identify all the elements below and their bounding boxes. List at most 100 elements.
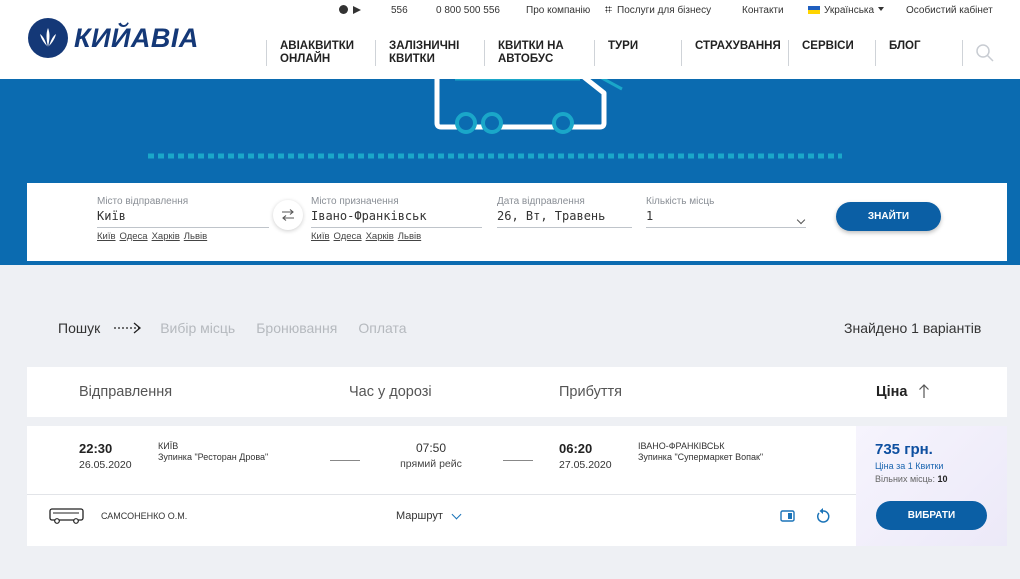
departure-city: Київ	[158, 441, 179, 451]
nav-bus[interactable]: КВИТКИ НА АВТОБУС	[484, 40, 564, 66]
arrow-right-icon	[114, 322, 142, 334]
nav-tours[interactable]: ТУРИ	[594, 40, 638, 66]
date-label: Дата відправлення	[497, 196, 585, 207]
booking-steps: Пошук Вибір місць Бронювання Оплата	[58, 320, 428, 336]
cabinet-link[interactable]: Особистий кабінет	[906, 5, 993, 16]
chevron-down-icon	[451, 509, 462, 519]
quick-city-link[interactable]: Львів	[398, 231, 421, 242]
language-label: Українська	[824, 5, 875, 16]
language-select[interactable]: Українська	[808, 5, 885, 16]
departure-date: 26.05.2020	[79, 459, 132, 471]
nav-label: ОНЛАЙН	[280, 53, 331, 65]
refund-icon[interactable]	[815, 507, 831, 524]
caret-down-icon	[878, 7, 885, 11]
to-field[interactable]: Місто призначення Івано-Франківськ Київ …	[311, 196, 482, 242]
arrival-city: Івано-Франківськ	[638, 441, 725, 451]
sort-arrow-up-icon[interactable]	[918, 383, 930, 399]
grid-icon	[605, 6, 612, 13]
bus-icon	[49, 508, 84, 524]
results-header: Відправлення Час у дорозі Прибуття Ціна	[27, 367, 1007, 417]
step-booking: Бронювання	[256, 320, 338, 336]
quick-city-link[interactable]: Одеса	[120, 231, 148, 242]
price-note: Ціна за 1 Квитки	[875, 461, 944, 471]
telegram-icon[interactable]	[353, 6, 361, 14]
date-input[interactable]: 26, Вт, Травень	[497, 209, 632, 223]
nav-label: БЛОГ	[889, 40, 921, 52]
header-price[interactable]: Ціна	[876, 384, 907, 400]
ukraine-flag-icon	[808, 6, 820, 14]
search-form: Місто відправлення Київ Київ Одеса Харкі…	[27, 183, 1007, 261]
quick-city-link[interactable]: Одеса	[334, 231, 362, 242]
search-button[interactable]	[974, 42, 996, 64]
route-toggle[interactable]: Маршрут	[396, 509, 462, 522]
trip-type: прямий рейс	[400, 458, 462, 470]
quick-city-link[interactable]: Харків	[366, 231, 394, 242]
quick-city-link[interactable]: Київ	[97, 231, 116, 242]
field-underline	[311, 227, 482, 228]
phone-short[interactable]: 556	[391, 5, 408, 16]
nav-insurance[interactable]: СТРАХУВАННЯ	[681, 40, 781, 66]
nav-blog[interactable]: БЛОГ	[875, 40, 921, 66]
nav-rail[interactable]: ЗАЛІЗНИЧНІ КВИТКИ	[375, 40, 459, 66]
route-line	[330, 460, 360, 461]
seats-select[interactable]: 1	[646, 209, 806, 223]
find-button[interactable]: ЗНАЙТИ	[836, 202, 941, 231]
swap-cities-button[interactable]	[273, 200, 303, 230]
nav-label: КВИТКИ НА	[498, 40, 564, 52]
arrival-date: 27.05.2020	[559, 459, 612, 471]
date-field[interactable]: Дата відправлення 26, Вт, Травень	[497, 196, 632, 228]
free-seats: Вільних місць: 10	[875, 474, 948, 484]
from-input[interactable]: Київ	[97, 209, 269, 223]
nav-label: СТРАХУВАННЯ	[695, 40, 781, 52]
contacts-link[interactable]: Контакти	[742, 5, 784, 16]
arrival-time: 06:20	[559, 441, 593, 456]
route-line	[503, 460, 533, 461]
trip-duration: 07:50	[415, 441, 447, 455]
nav-label: АВТОБУС	[498, 53, 554, 65]
free-seats-label: Вільних місць:	[875, 474, 935, 484]
departure-stop: Зупинка "Ресторан Дрова"	[158, 452, 269, 462]
logo-text: КИЙАВІА	[74, 22, 199, 53]
nav-services[interactable]: СЕРВІСИ	[788, 40, 854, 66]
nav-label: ЗАЛІЗНИЧНІ	[389, 40, 460, 52]
logo-icon	[28, 18, 68, 58]
nav-divider	[962, 40, 963, 66]
seats-label: Кількість місць	[646, 196, 715, 207]
card-divider	[27, 494, 856, 495]
header-departure[interactable]: Відправлення	[79, 384, 172, 400]
business-link[interactable]: Послуги для бізнесу	[605, 5, 711, 16]
to-quick-links: Київ Одеса Харків Львів	[311, 231, 421, 242]
phone-free[interactable]: 0 800 500 556	[436, 5, 500, 16]
from-quick-links: Київ Одеса Харків Львів	[97, 231, 207, 242]
seats-field[interactable]: Кількість місць 1	[646, 196, 806, 228]
seat-map-icon[interactable]	[780, 509, 795, 523]
nav-label: СЕРВІСИ	[802, 40, 854, 52]
arrival-stop: Зупинка "Супермаркет Вопак"	[638, 452, 764, 462]
header-duration[interactable]: Час у дорозі	[349, 384, 432, 400]
departure-time: 22:30	[79, 441, 113, 456]
nav-label: АВІАКВИТКИ	[280, 40, 355, 52]
nav-label: КВИТКИ	[389, 53, 435, 65]
trip-card: 22:30 26.05.2020 Київ Зупинка "Ресторан …	[27, 426, 1007, 546]
site-logo[interactable]: КИЙАВІА	[28, 18, 199, 58]
field-underline	[497, 227, 632, 228]
to-input[interactable]: Івано-Франківськ	[311, 209, 482, 223]
choose-trip-button[interactable]: ВИБРАТИ	[876, 501, 987, 530]
header-arrival[interactable]: Прибуття	[559, 384, 622, 400]
quick-city-link[interactable]: Львів	[184, 231, 207, 242]
viber-icon[interactable]	[339, 5, 348, 14]
from-label: Місто відправлення	[97, 196, 189, 207]
trip-price: 735 грн.	[875, 441, 933, 458]
quick-city-link[interactable]: Київ	[311, 231, 330, 242]
from-field[interactable]: Місто відправлення Київ Київ Одеса Харкі…	[97, 196, 269, 242]
nav-avia[interactable]: АВІАКВИТКИ ОНЛАЙН	[266, 40, 354, 66]
quick-city-link[interactable]: Харків	[152, 231, 180, 242]
about-link[interactable]: Про компанію	[526, 5, 590, 16]
carrier-name: САМСОНЕНКО О.М.	[101, 511, 188, 521]
nav-label: ТУРИ	[608, 40, 639, 52]
field-underline	[97, 227, 269, 228]
swap-icon	[282, 209, 294, 221]
search-icon	[976, 44, 994, 62]
step-search: Пошук	[58, 320, 101, 336]
messenger-icons	[339, 5, 361, 14]
